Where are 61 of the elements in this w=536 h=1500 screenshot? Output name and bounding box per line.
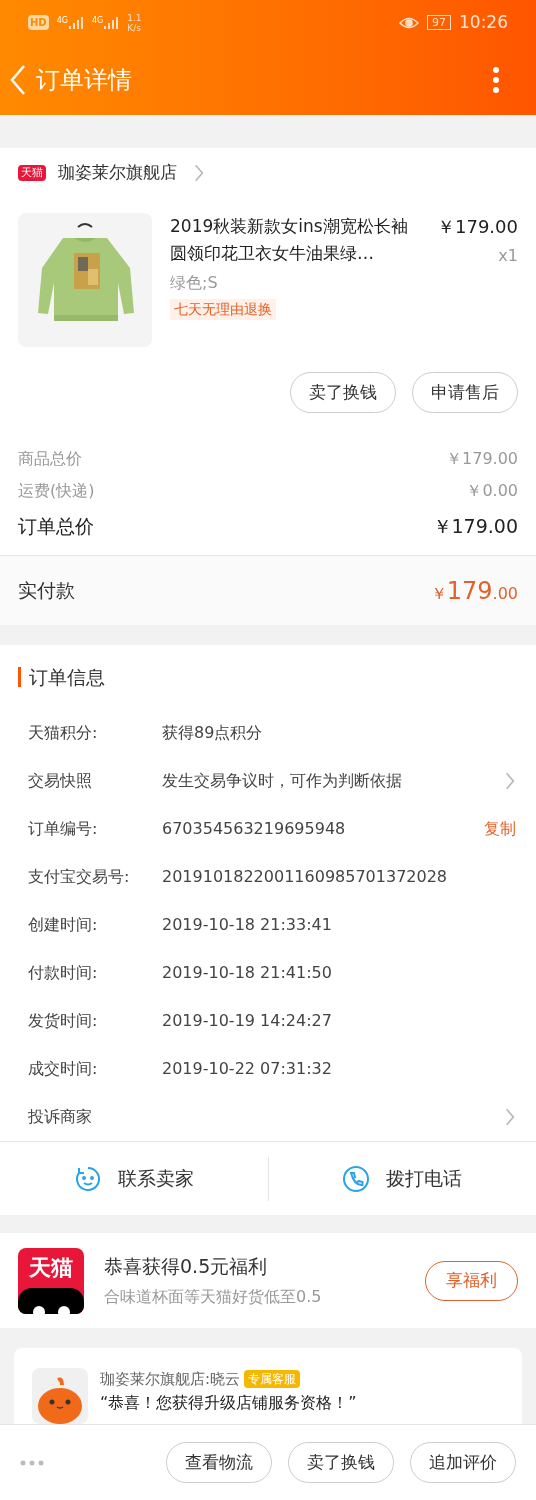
total-label: 商品总价 [18, 448, 82, 470]
contact-button[interactable]: 联系卖家 [0, 1156, 268, 1201]
total-label: 运费(快递) [18, 480, 95, 502]
pumpkin-icon [36, 1376, 84, 1424]
info-value: 2019-10-19 14:24:27 [162, 1010, 333, 1032]
product-price: ￥179.00 [437, 215, 518, 239]
back-icon[interactable] [8, 64, 28, 96]
promo-subtitle: 合味道杯面等天猫好货低至0.5 [104, 1285, 323, 1308]
total-value: ￥179.00 [432, 513, 518, 539]
product-quantity: x1 [498, 245, 518, 267]
section-title: 订单信息 [29, 664, 105, 690]
info-label: 成交时间: [28, 1058, 99, 1080]
promo-title: 恭喜获得0.5元福利 [104, 1254, 269, 1280]
battery-level: 97 [427, 15, 451, 30]
product-sku: 绿色;S [170, 272, 219, 294]
info-label: 创建时间: [28, 914, 99, 936]
info-value: 2019101822001160985701372028 [162, 866, 449, 888]
info-label: 天猫积分: [28, 722, 99, 744]
smiley-chat-icon [73, 1164, 102, 1193]
network-speed: 1.1 K/s [127, 12, 142, 33]
chevron-right-icon [504, 771, 516, 791]
paid-amount: ￥179.00 [430, 575, 518, 607]
info-label: 支付宝交易号: [28, 866, 131, 888]
total-value: ￥0.00 [466, 480, 518, 502]
info-label: 交易快照 [28, 770, 93, 792]
chevron-right-icon [504, 1107, 516, 1127]
return-policy-tag: 七天无理由退换 [170, 299, 276, 320]
hd-indicator: HD [28, 15, 49, 30]
info-label: 发货时间: [28, 1010, 99, 1032]
info-value: 获得89点积分 [162, 722, 264, 744]
info-value: 2019-10-18 21:33:41 [162, 914, 333, 936]
phone-icon [342, 1164, 371, 1193]
product-title[interactable]: 2019秋装新款女ins潮宽松长袖圆领印花卫衣女牛油果绿… [170, 213, 410, 267]
store-name[interactable]: 珈姿莱尔旗舰店 [58, 160, 177, 186]
total-label: 订单总价 [18, 513, 94, 539]
sender-name: 珈姿莱尔旗舰店:晓云 [100, 1369, 241, 1390]
service-message: “恭喜！您获得升级店铺服务资格！” [100, 1391, 357, 1414]
network-type: 4G [91, 16, 104, 25]
contact-button[interactable]: 拨打电话 [267, 1156, 536, 1201]
status-time: 10:26 [459, 10, 508, 34]
network-type: 4G [56, 16, 68, 25]
more-icon[interactable] [492, 66, 500, 94]
signal-icon [67, 16, 84, 29]
info-value: 670354563219695948 [162, 818, 347, 840]
page-title: 订单详情 [36, 65, 132, 96]
info-label: 付款时间: [28, 962, 99, 984]
tmall-logo: 天猫 [18, 1247, 84, 1314]
section-accent-bar [18, 667, 21, 687]
store-badge: 天猫 [18, 165, 46, 181]
paid-label: 实付款 [18, 578, 75, 604]
chevron-right-icon [193, 163, 205, 183]
info-label: 投诉商家 [28, 1106, 93, 1128]
more-icon[interactable] [20, 1458, 44, 1467]
info-value: 发生交易争议时，可作为判断依据 [162, 770, 403, 792]
signal-icon [103, 16, 120, 29]
info-value: 2019-10-22 07:31:32 [162, 1058, 333, 1080]
total-value: ￥179.00 [446, 448, 518, 470]
info-value: 2019-10-18 21:41:50 [162, 962, 333, 984]
info-label: 订单编号: [28, 818, 99, 840]
service-badge: 专属客服 [244, 1370, 301, 1389]
copy-link[interactable]: 复制 [484, 817, 516, 841]
